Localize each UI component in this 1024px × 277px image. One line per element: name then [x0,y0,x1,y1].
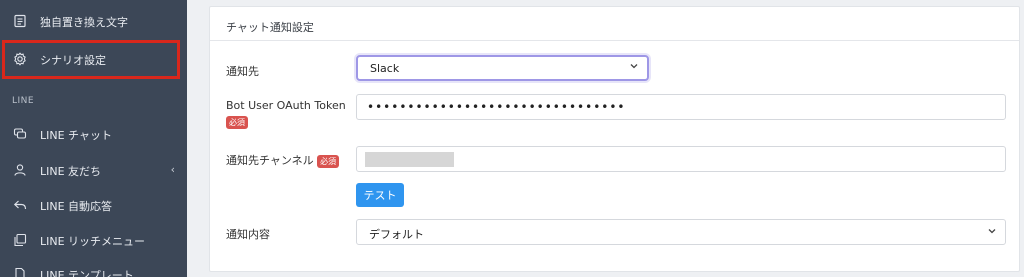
card-title: チャット通知設定 [226,21,314,34]
sidebar-item-label: シナリオ設定 [40,54,106,67]
channel-input[interactable] [356,146,1006,172]
gear-icon [12,51,28,67]
card-header: チャット通知設定 [210,7,1019,41]
chat-notification-settings-card: チャット通知設定 通知先 Slack Bot User OAuth Token … [209,6,1020,272]
channel-label: 通知先チャンネル [226,154,314,167]
chevron-left-icon: ‹ [170,163,175,176]
redacted-value [365,152,454,167]
notify-target-select[interactable]: Slack [356,55,649,81]
chevron-down-icon [987,226,997,239]
sidebar-item-line-rich-menu[interactable]: LINE リッチメニュー [0,225,187,255]
sidebar-item-scenario-settings[interactable]: シナリオ設定 [2,40,180,79]
token-required-badge-wrap: 必須 [226,115,248,129]
required-badge: 必須 [226,115,248,129]
user-icon [12,162,28,178]
notify-target-value: Slack [370,62,400,75]
sidebar-item-label: LINE テンプレート [40,269,134,277]
channel-label-row: 通知先チャンネル 必須 [226,152,340,168]
chevron-down-icon [629,61,639,74]
notify-target-label: 通知先 [226,65,259,78]
sidebar-item-label: LINE チャット [40,129,112,142]
sidebar: 独自置き換え文字 シナリオ設定 LINE LINE チャット LINE 友だち … [0,0,187,277]
sidebar-item-label: LINE 友だち [40,165,102,178]
sidebar-item-label: 独自置き換え文字 [40,16,128,29]
sidebar-item-line-template[interactable]: LINE テンプレート [0,259,187,277]
token-label: Bot User OAuth Token [226,99,346,112]
notify-content-select[interactable]: デフォルト [356,219,1006,245]
token-value: •••••••••••••••••••••••••••••••• [367,100,626,114]
chat-icon [12,126,28,142]
sidebar-item-line-auto-reply[interactable]: LINE 自動応答 [0,190,187,220]
notify-content-value: デフォルト [369,228,424,241]
reply-icon [12,197,28,213]
content-label: 通知内容 [226,228,270,241]
sidebar-item-line-chat[interactable]: LINE チャット [0,119,187,149]
required-badge: 必須 [317,154,340,168]
sidebar-item-label: LINE リッチメニュー [40,235,146,248]
sidebar-item-line-friends[interactable]: LINE 友だち ‹ [0,155,187,185]
document-icon [12,13,28,29]
sidebar-item-custom-replacement[interactable]: 独自置き換え文字 [0,6,187,36]
sidebar-item-label: LINE 自動応答 [40,200,113,213]
test-button[interactable]: テスト [356,183,404,207]
file-icon [12,266,28,277]
token-input[interactable]: •••••••••••••••••••••••••••••••• [356,94,1006,120]
sidebar-section-label: LINE [12,96,35,106]
copy-icon [12,232,28,248]
